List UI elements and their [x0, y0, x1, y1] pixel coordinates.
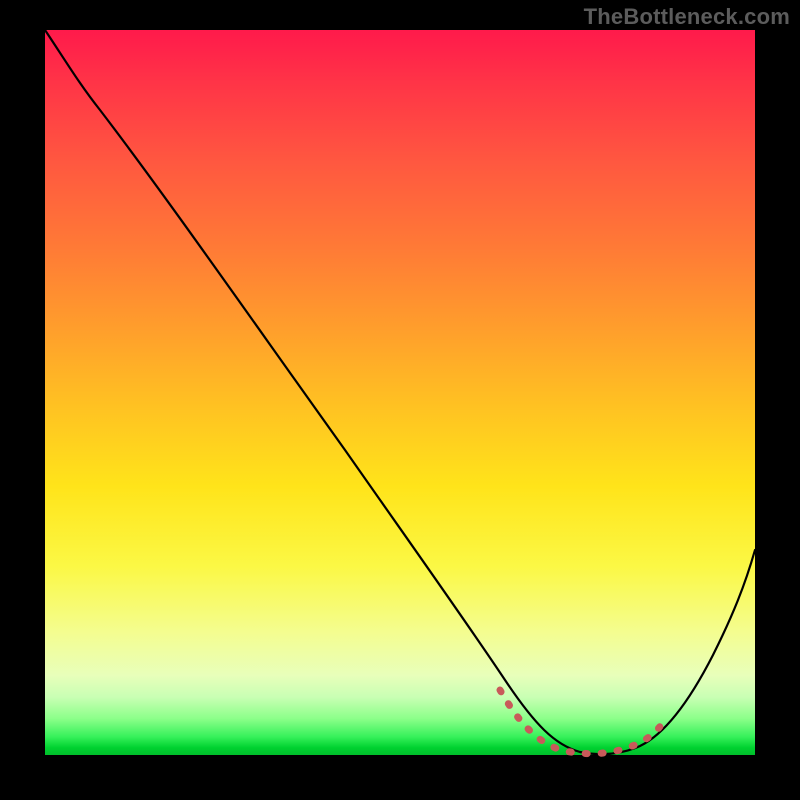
- watermark-text: TheBottleneck.com: [584, 4, 790, 30]
- plot-area: [45, 30, 755, 755]
- optimal-zone-marker: [500, 690, 665, 754]
- bottleneck-curve-svg: [45, 30, 755, 755]
- chart-frame: TheBottleneck.com: [0, 0, 800, 800]
- bottleneck-curve: [45, 30, 755, 754]
